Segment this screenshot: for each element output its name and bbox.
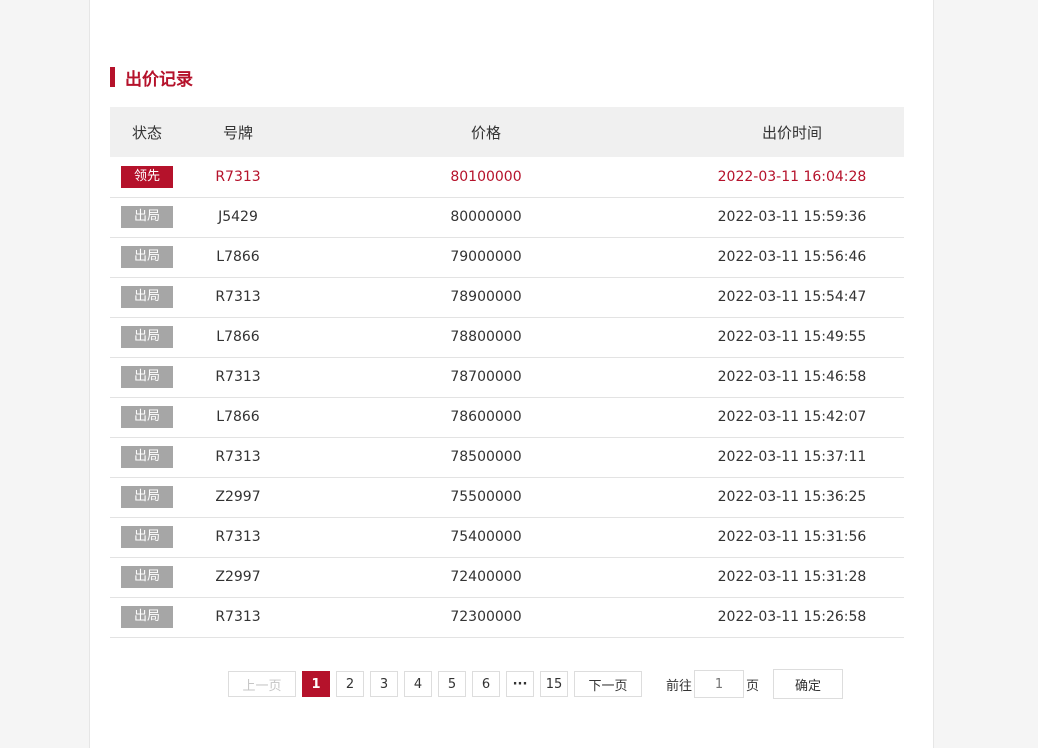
time-cell: 2022-03-11 15:49:55 xyxy=(717,329,867,345)
status-badge: 出局 xyxy=(121,526,173,548)
status-cell: 出局 xyxy=(110,277,184,317)
time-cell: 2022-03-11 15:56:46 xyxy=(717,249,867,265)
status-cell: 出局 xyxy=(110,317,184,357)
goto-page-input[interactable] xyxy=(694,670,745,698)
status-badge: 领先 xyxy=(121,165,173,188)
table-row: 出局 Z2997 72400000 2022-03-11 15:31:28 xyxy=(110,557,904,597)
price-cell: 78800000 xyxy=(450,329,522,345)
status-cell: 出局 xyxy=(110,237,184,277)
price-cell: 78500000 xyxy=(450,449,522,465)
section-title: 出价记录 xyxy=(125,69,193,90)
page-button-6[interactable]: 6 xyxy=(472,671,500,697)
plate-cell: R7313 xyxy=(215,609,261,625)
time-cell: 2022-03-11 15:37:11 xyxy=(717,449,867,465)
status-cell: 出局 xyxy=(110,477,184,517)
time-cell: 2022-03-11 15:54:47 xyxy=(717,289,867,305)
table-row: 出局 J5429 80000000 2022-03-11 15:59:36 xyxy=(110,197,904,237)
table-row: 出局 L7866 79000000 2022-03-11 15:56:46 xyxy=(110,237,904,277)
plate-cell: R7313 xyxy=(215,449,261,465)
table-row: 领先 R7313 80100000 2022-03-11 16:04:28 xyxy=(110,157,904,197)
goto-unit-label: 页 xyxy=(746,678,760,694)
table-row: 出局 R7313 72300000 2022-03-11 15:26:58 xyxy=(110,597,904,637)
time-cell: 2022-03-11 16:04:28 xyxy=(717,168,867,185)
confirm-button[interactable]: 确定 xyxy=(773,669,844,699)
plate-cell: R7313 xyxy=(215,289,261,305)
next-page-button[interactable]: 下一页 xyxy=(574,671,642,697)
page-button-3[interactable]: 3 xyxy=(370,671,398,697)
status-cell: 出局 xyxy=(110,557,184,597)
price-cell: 79000000 xyxy=(450,249,522,265)
plate-cell: L7866 xyxy=(216,249,260,265)
plate-cell: Z2997 xyxy=(215,489,261,505)
status-badge: 出局 xyxy=(121,446,173,468)
header-plate: 号牌 xyxy=(222,123,253,142)
table-row: 出局 R7313 78500000 2022-03-11 15:37:11 xyxy=(110,437,904,477)
status-badge: 出局 xyxy=(121,606,173,628)
bid-records-table: 状态 号牌 价格 出价时间 领先 R7313 80100000 2022-03-11 … xyxy=(110,107,904,638)
status-cell: 出局 xyxy=(110,397,184,437)
table-header-row: 状态 号牌 价格 出价时间 xyxy=(110,107,904,157)
status-badge: 出局 xyxy=(121,206,173,228)
status-cell: 出局 xyxy=(110,437,184,477)
status-cell: 出局 xyxy=(110,357,184,397)
more-pages-icon[interactable]: ··· xyxy=(506,671,534,697)
header-status: 状态 xyxy=(131,123,162,142)
price-cell: 72300000 xyxy=(450,609,522,625)
price-cell: 80100000 xyxy=(450,168,522,185)
plate-cell: R7313 xyxy=(215,168,261,185)
status-badge: 出局 xyxy=(121,406,173,428)
price-cell: 72400000 xyxy=(450,569,522,585)
prev-page-button[interactable]: 上一页 xyxy=(228,671,296,697)
page-button-2[interactable]: 2 xyxy=(336,671,364,697)
price-cell: 78700000 xyxy=(450,369,522,385)
section-header: 出价记录 xyxy=(110,66,193,90)
header-price: 价格 xyxy=(470,123,501,142)
pagination: 上一页 1 2 3 4 5 6 ··· 15 下一页 前往 页 确定 xyxy=(228,669,844,699)
time-cell: 2022-03-11 15:26:58 xyxy=(717,609,867,625)
status-badge: 出局 xyxy=(121,486,173,508)
price-cell: 75400000 xyxy=(450,529,522,545)
time-cell: 2022-03-11 15:31:28 xyxy=(717,569,867,585)
time-cell: 2022-03-11 15:42:07 xyxy=(717,409,867,425)
plate-cell: R7313 xyxy=(215,369,261,385)
table-row: 出局 R7313 78700000 2022-03-11 15:46:58 xyxy=(110,357,904,397)
table-row: 出局 R7313 78900000 2022-03-11 15:54:47 xyxy=(110,277,904,317)
plate-cell: J5429 xyxy=(218,209,258,225)
page-button-15[interactable]: 15 xyxy=(540,671,568,697)
status-cell: 出局 xyxy=(110,517,184,557)
price-cell: 80000000 xyxy=(450,209,522,225)
goto-label: 前往 xyxy=(666,678,693,694)
page-button-4[interactable]: 4 xyxy=(404,671,432,697)
price-cell: 75500000 xyxy=(450,489,522,505)
content-panel: 出价记录 状态 号牌 价格 出价时间 领先 R7313 80100000 2022-0… xyxy=(89,0,934,748)
status-badge: 出局 xyxy=(121,566,173,588)
status-badge: 出局 xyxy=(121,326,173,348)
price-cell: 78900000 xyxy=(450,289,522,305)
status-badge: 出局 xyxy=(121,246,173,268)
page-button-1[interactable]: 1 xyxy=(302,671,330,697)
time-cell: 2022-03-11 15:46:58 xyxy=(717,369,867,385)
time-cell: 2022-03-11 15:59:36 xyxy=(717,209,867,225)
plate-cell: L7866 xyxy=(216,329,260,345)
plate-cell: L7866 xyxy=(216,409,260,425)
table-row: 出局 Z2997 75500000 2022-03-11 15:36:25 xyxy=(110,477,904,517)
status-cell: 出局 xyxy=(110,597,184,637)
time-cell: 2022-03-11 15:31:56 xyxy=(717,529,867,545)
plate-cell: Z2997 xyxy=(215,569,261,585)
page-button-5[interactable]: 5 xyxy=(438,671,466,697)
table-row: 出局 L7866 78600000 2022-03-11 15:42:07 xyxy=(110,397,904,437)
status-badge: 出局 xyxy=(121,286,173,308)
header-time: 出价时间 xyxy=(761,123,822,142)
title-accent-bar xyxy=(110,67,115,87)
status-badge: 出局 xyxy=(121,366,173,388)
status-cell: 领先 xyxy=(110,157,184,197)
plate-cell: R7313 xyxy=(215,529,261,545)
status-cell: 出局 xyxy=(110,197,184,237)
price-cell: 78600000 xyxy=(450,409,522,425)
table-row: 出局 L7866 78800000 2022-03-11 15:49:55 xyxy=(110,317,904,357)
time-cell: 2022-03-11 15:36:25 xyxy=(717,489,867,505)
table-row: 出局 R7313 75400000 2022-03-11 15:31:56 xyxy=(110,517,904,557)
